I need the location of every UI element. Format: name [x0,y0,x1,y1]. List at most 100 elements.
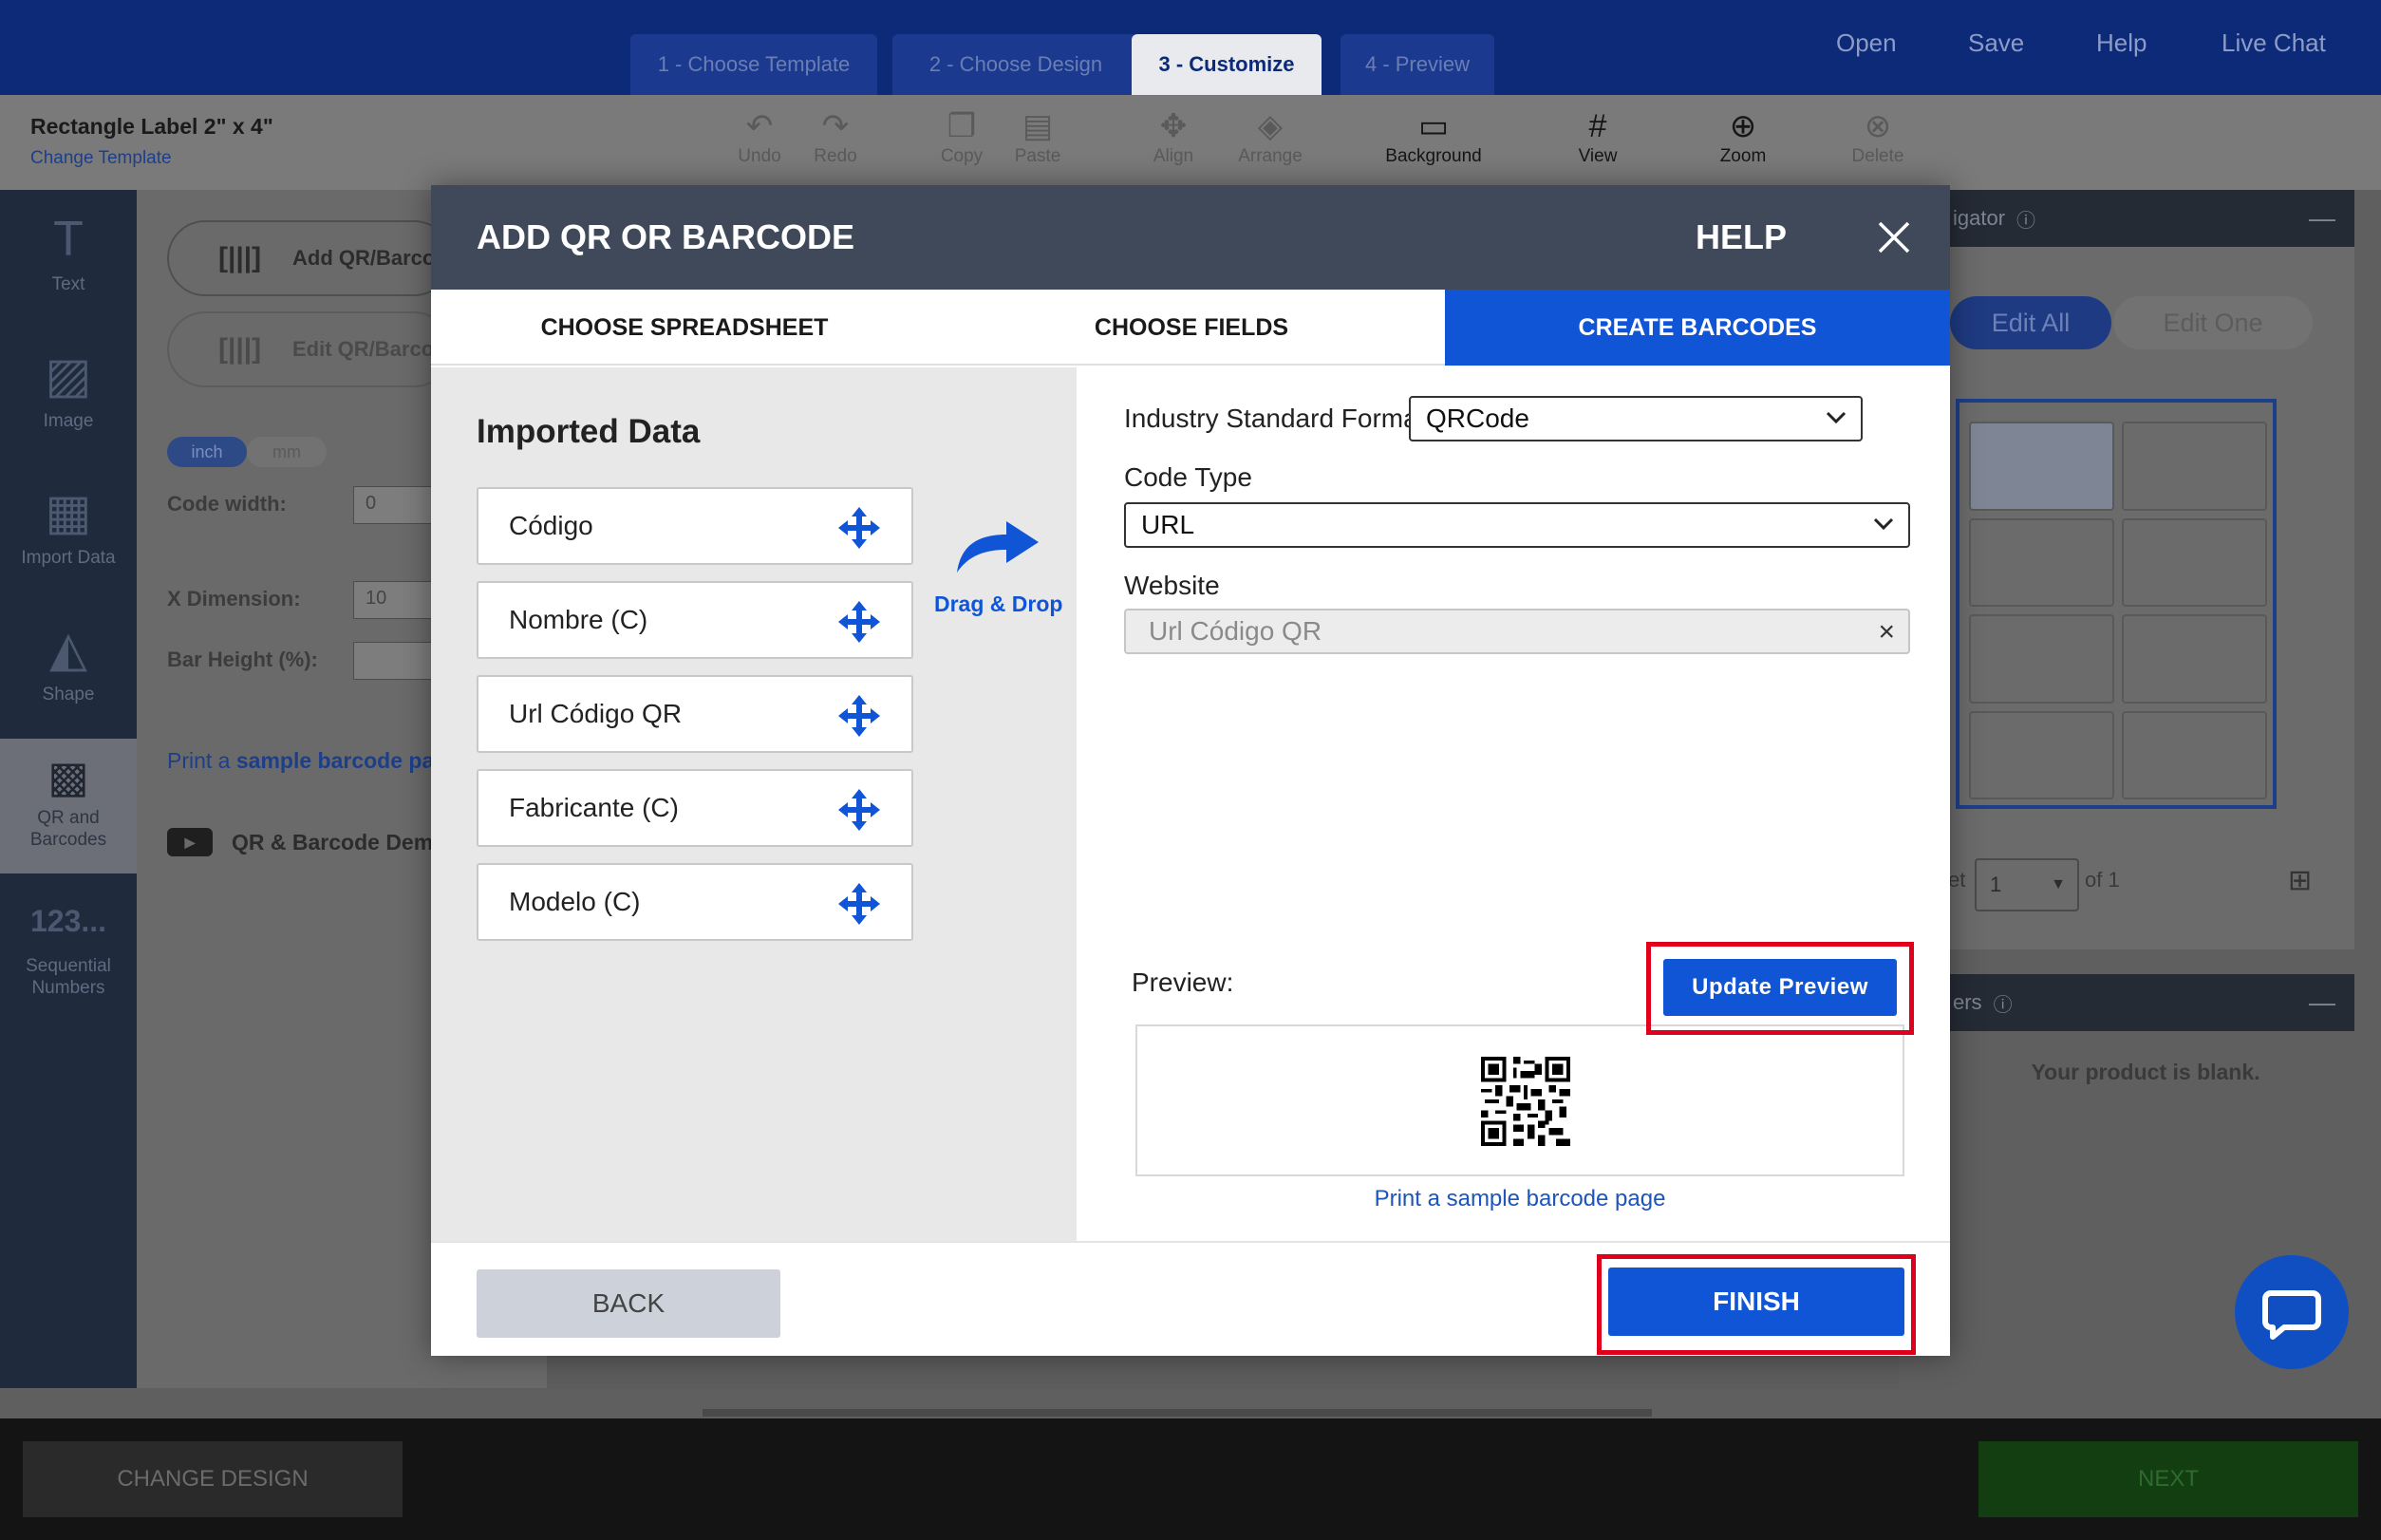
x-dimension-input[interactable]: 10 [353,581,439,619]
modal-title: ADD QR OR BARCODE [477,217,855,256]
play-icon: ▶ [167,828,213,856]
print-sample-link[interactable]: sample barcode pa [236,748,434,773]
redo-tool[interactable]: ↷ Redo [788,106,883,167]
sheet-select[interactable]: 1 ▼ [1975,858,2079,911]
edit-qr-button[interactable]: [|||] Edit QR/Barco [167,311,452,387]
sheet-count: of 1 [2085,868,2120,892]
background-tool[interactable]: ▭ Background [1385,106,1481,167]
collapse-icon[interactable]: — [2309,203,2335,234]
qr-icon: ▩ [47,752,89,801]
edit-one-toggle[interactable]: Edit One [2113,296,2313,349]
step-choose-template[interactable]: 1 - Choose Template [630,34,877,95]
edit-all-toggle[interactable]: Edit All [1950,296,2111,349]
unit-inch-toggle[interactable]: inch [167,437,247,467]
text-tool[interactable]: T Text [0,211,137,295]
tab-create-barcodes[interactable]: CREATE BARCODES [1445,290,1950,366]
info-icon: ⓘ [1993,994,2013,1016]
field-nombre[interactable]: Nombre (C) [477,581,913,659]
layers-header: ers ⓘ — [1937,974,2354,1031]
import-data-tool[interactable]: ▦ Import Data [0,484,137,569]
undo-icon: ↶ [745,108,774,144]
shape-tool[interactable]: ◭ Shape [0,621,137,705]
view-tool[interactable]: # View [1550,106,1645,167]
sequential-numbers-tool[interactable]: 123... Sequential Numbers [0,892,137,999]
modal-tabs: CHOOSE SPREADSHEET CHOOSE FIELDS CREATE … [431,290,1950,366]
label-cell[interactable] [2122,517,2267,607]
modal-help-link[interactable]: HELP [1696,217,1787,257]
left-toolbar: T Text ▨ Image ▦ Import Data ◭ Shape ▩ QR and… [0,190,137,1388]
horizontal-scrollbar[interactable] [703,1409,1652,1417]
align-tool[interactable]: ✥ Align [1126,106,1221,167]
field-modelo[interactable]: Modelo (C) [477,863,913,941]
paste-tool[interactable]: ▤ Paste [990,106,1085,167]
clear-icon[interactable]: × [1878,616,1895,648]
nav-open[interactable]: Open [1836,28,1897,58]
imported-data-heading: Imported Data [477,413,701,450]
label-cell[interactable] [1969,614,2114,704]
add-qr-button[interactable]: [|||] Add QR/Barco [167,220,452,296]
label-sheet-navigator[interactable] [1956,399,2277,809]
image-tool[interactable]: ▨ Image [0,347,137,432]
collapse-icon[interactable]: — [2309,987,2335,1018]
chevron-down-icon [1826,411,1847,424]
code-width-input[interactable]: 0 [353,486,439,524]
step-choose-design[interactable]: 2 - Choose Design [892,34,1139,95]
live-chat-button[interactable] [2235,1255,2349,1369]
shape-icon: ◭ [49,622,87,677]
barcode-demo-link[interactable]: ▶ QR & Barcode Demo [167,828,446,856]
next-button[interactable]: NEXT [1978,1441,2358,1517]
move-icon [838,883,880,925]
copy-icon: ❐ [947,108,977,144]
back-button[interactable]: BACK [477,1269,780,1338]
grid-icon: # [1588,108,1607,144]
align-icon: ✥ [1159,108,1188,144]
label-cell[interactable] [2122,614,2267,704]
unit-mm-toggle[interactable]: mm [247,437,327,467]
change-template-link[interactable]: Change Template [30,148,172,169]
barcode-edit-icon: [|||] [218,333,262,365]
step-preview[interactable]: 4 - Preview [1340,34,1494,95]
image-icon: ▨ [45,348,92,404]
format-select[interactable]: QRCode [1409,396,1863,441]
field-codigo[interactable]: Código [477,487,913,565]
code-type-select[interactable]: URL [1124,502,1910,548]
label-cell[interactable] [1969,422,2114,511]
change-design-button[interactable]: CHANGE DESIGN [23,1441,403,1517]
move-icon [838,695,880,737]
sequential-icon: 123... [29,904,107,938]
print-sample-text: Print a sample barcode pa [167,748,435,773]
label-cell[interactable] [1969,710,2114,799]
print-sample-barcode-link[interactable]: Print a sample barcode page [1077,1186,1963,1212]
qr-barcodes-tool[interactable]: ▩ QR and Barcodes [0,739,137,873]
bar-height-input[interactable] [353,642,439,680]
move-icon [838,789,880,831]
label-cell[interactable] [2122,710,2267,799]
label-cell[interactable] [1969,517,2114,607]
field-url-codigo-qr[interactable]: Url Código QR [477,675,913,753]
nav-live-chat[interactable]: Live Chat [2222,28,2326,58]
preview-label: Preview: [1132,967,1234,997]
update-preview-button[interactable]: Update Preview [1663,959,1897,1016]
step-customize[interactable]: 3 - Customize [1132,34,1322,95]
finish-button[interactable]: FINISH [1608,1268,1904,1336]
close-icon[interactable] [1870,214,1918,261]
chat-icon [2262,1290,2321,1340]
field-fabricante[interactable]: Fabricante (C) [477,769,913,847]
sheet-label: et [1948,868,1966,892]
add-qr-barcode-modal: ADD QR OR BARCODE HELP CHOOSE SPREADSHEE… [431,185,1950,1356]
zoom-icon: ⊕ [1729,108,1757,144]
nav-help[interactable]: Help [2096,28,2147,58]
tab-choose-fields[interactable]: CHOOSE FIELDS [938,290,1445,366]
delete-tool[interactable]: ⊗ Delete [1830,106,1925,167]
nav-save[interactable]: Save [1968,28,2024,58]
zoom-tool[interactable]: ⊕ Zoom [1696,106,1790,167]
arrange-tool[interactable]: ◈ Arrange [1223,106,1318,167]
label-cell[interactable] [2122,422,2267,511]
drag-drop-label: Drag & Drop [934,592,1063,616]
website-field[interactable]: Url Código QR × [1124,609,1910,654]
tab-choose-spreadsheet[interactable]: CHOOSE SPREADSHEET [431,290,938,366]
add-page-icon[interactable]: ⊞ [2288,864,2312,897]
code-type-label: Code Type [1124,462,1252,492]
curved-arrow-icon [957,521,1039,573]
move-icon [838,601,880,643]
